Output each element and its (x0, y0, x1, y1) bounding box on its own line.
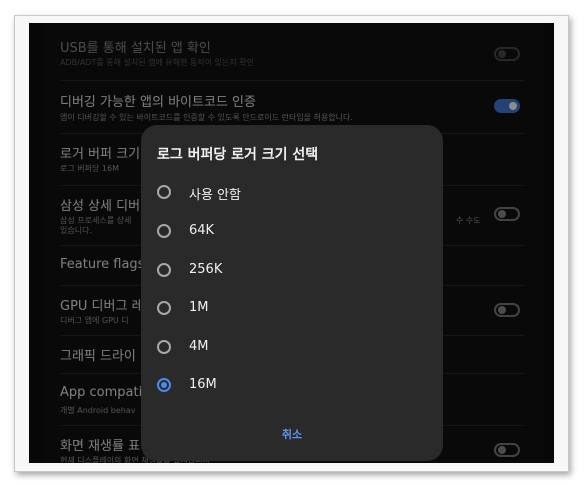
option-1m[interactable]: 1M (157, 293, 427, 323)
radio-button[interactable] (157, 340, 171, 354)
option-4m[interactable]: 4M (157, 332, 427, 362)
logger-size-dialog: 로그 버퍼당 로거 크기 선택 사용 안함 64K 256K 1M 4M 16M… (141, 125, 443, 461)
option-256k[interactable]: 256K (157, 255, 427, 285)
radio-button[interactable] (157, 263, 171, 277)
option-16m[interactable]: 16M (157, 370, 427, 400)
option-label: 256K (189, 262, 223, 277)
device-screen: USB를 통해 설치된 앱 확인 ADB/ADT를 통해 설치된 앱에 유해한 … (29, 23, 554, 463)
radio-button[interactable] (157, 185, 171, 199)
option-label: 16M (189, 377, 217, 392)
option-off[interactable]: 사용 안함 (157, 177, 427, 207)
radio-button-selected[interactable] (157, 378, 171, 392)
option-64k[interactable]: 64K (157, 216, 427, 246)
option-label: 64K (189, 223, 215, 238)
option-label: 1M (189, 300, 209, 315)
option-label: 사용 안함 (189, 188, 241, 203)
radio-button[interactable] (157, 224, 171, 238)
option-label: 4M (189, 339, 209, 354)
cancel-button[interactable]: 취소 (271, 425, 313, 445)
dialog-title: 로그 버퍼당 로거 크기 선택 (157, 147, 319, 163)
radio-button[interactable] (157, 301, 171, 315)
